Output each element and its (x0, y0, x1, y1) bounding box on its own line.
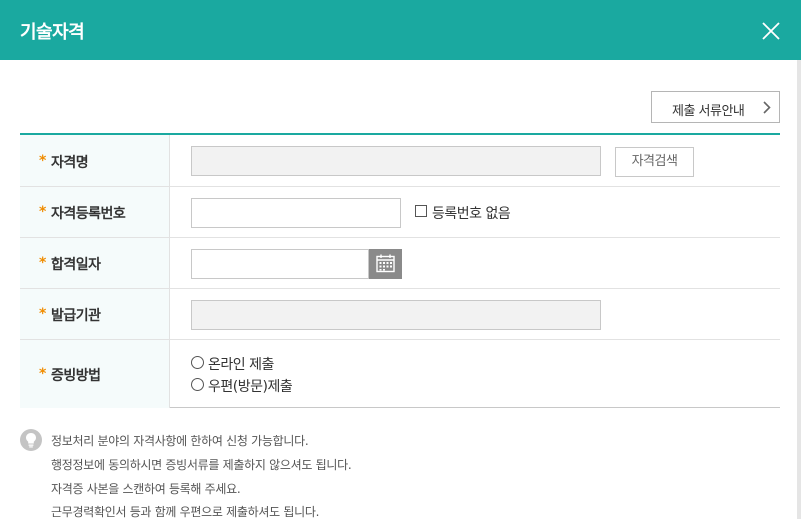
notice-line: 자격증 사본을 스캔하여 등록해 주세요. (51, 482, 241, 496)
notice-line: 정보처리 분야의 자격사항에 한하여 신청 가능합니다. (51, 434, 309, 448)
row-header: * 합격일자 (20, 238, 170, 288)
proof-mail-label: 우편(방문)제출 (208, 379, 293, 395)
proof-online-label: 온라인 제출 (208, 357, 274, 373)
no-registration-number-label: 등록번호 없음 (432, 206, 511, 222)
required-mark: * (39, 255, 47, 271)
registration-number-input[interactable] (191, 198, 401, 228)
chevron-right-icon (763, 101, 771, 114)
form-row-registration-number: * 자격등록번호 등록번호 없음 (20, 187, 780, 238)
notice-line: 근무경력확인서 등과 함께 우편으로 제출하셔도 됩니다. (51, 505, 320, 519)
calendar-icon (376, 254, 395, 273)
form-row-proof-method: * 증빙방법 온라인 제출 우편(방문)제출 (20, 340, 780, 408)
date-picker-button[interactable] (369, 249, 402, 279)
qualification-search-button[interactable]: 자격검색 (615, 147, 694, 177)
field-label: 발급기관 (51, 308, 101, 324)
row-header: * 자격명 (20, 135, 170, 186)
required-mark: * (39, 153, 47, 169)
pass-date-input[interactable] (191, 249, 369, 279)
close-button[interactable] (759, 19, 783, 43)
proof-online-radio[interactable]: 온라인 제출 (191, 354, 301, 373)
lightbulb-icon (20, 429, 42, 451)
required-mark: * (39, 204, 47, 220)
document-guide-label: 제출 서류안내 (672, 104, 745, 119)
row-header: * 증빙방법 (20, 340, 170, 408)
document-guide-button[interactable]: 제출 서류안내 (651, 91, 780, 123)
row-header: * 발급기관 (20, 289, 170, 339)
field-label: 자격명 (51, 155, 89, 171)
radio-circle[interactable] (191, 356, 204, 369)
proof-mail-radio[interactable]: 우편(방문)제출 (191, 376, 321, 395)
row-header: * 자격등록번호 (20, 187, 170, 237)
notice-line: 행정정보에 동의하시면 증빙서류를 제출하지 않으셔도 됩니다. (51, 458, 352, 472)
scrollbar-track (797, 60, 801, 519)
modal-header: 기술자격 (0, 0, 801, 60)
qualification-form: * 자격명 자격검색 * 자격등록번호 등록번호 없음 * 합격일자 * 발급기… (20, 133, 780, 408)
field-label: 증빙방법 (51, 368, 101, 384)
required-mark: * (39, 306, 47, 322)
form-row-issuing-agency: * 발급기관 (20, 289, 780, 340)
close-icon (762, 22, 780, 40)
required-mark: * (39, 366, 47, 382)
field-label: 합격일자 (51, 257, 101, 273)
field-label: 자격등록번호 (51, 206, 126, 222)
qualification-name-input[interactable] (191, 146, 601, 176)
issuing-agency-input[interactable] (191, 300, 601, 330)
no-registration-number-checkbox[interactable]: 등록번호 없음 (415, 203, 525, 222)
radio-circle[interactable] (191, 378, 204, 391)
form-row-qualification-name: * 자격명 자격검색 (20, 135, 780, 187)
modal-title: 기술자격 (20, 22, 85, 43)
checkbox-box[interactable] (415, 205, 427, 217)
form-row-pass-date: * 합격일자 (20, 238, 780, 289)
